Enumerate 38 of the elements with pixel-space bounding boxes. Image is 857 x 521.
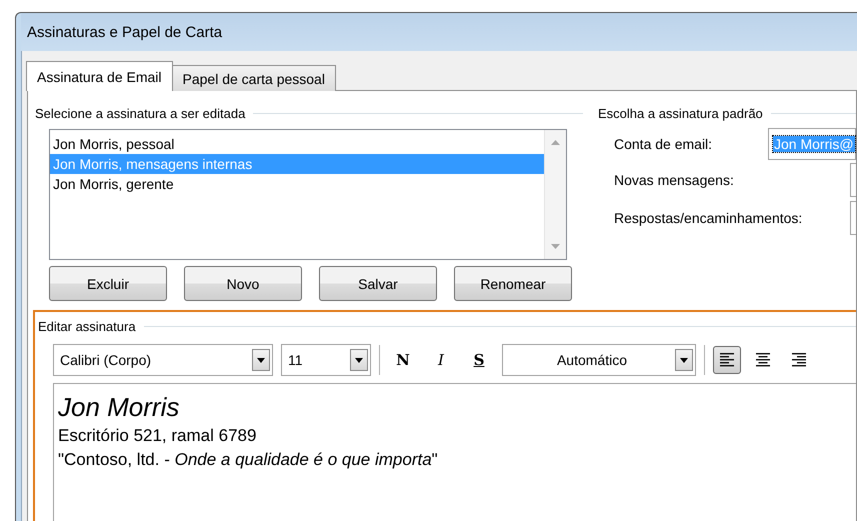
align-left-icon: [720, 353, 734, 367]
field-label: Respostas/encaminhamentos:: [614, 210, 802, 226]
tab[interactable]: Papel de carta pessoal: [172, 65, 336, 91]
italic-button[interactable]: I: [426, 346, 456, 374]
action-button[interactable]: Novo: [184, 266, 302, 301]
list-item[interactable]: Jon Morris, gerente: [50, 174, 544, 194]
font-dropdown[interactable]: Calibri (Corpo): [53, 344, 273, 376]
align-right-icon: [792, 353, 806, 367]
signature-dropdown[interactable]: [850, 163, 856, 197]
group-heading: Selecione a assinatura a ser editada: [35, 106, 246, 120]
window-title: Assinaturas e Papel de Carta: [27, 24, 222, 40]
group-heading: Editar assinatura: [38, 318, 136, 334]
signature-list[interactable]: Jon Morris, pessoal Jon Morris, mensagens internas Jon Morris, gerente: [49, 129, 567, 260]
dropdown-button[interactable]: [252, 349, 270, 371]
signature-editor[interactable]: Jon Morris Escritório 521, ramal 6789 "Contoso, ltd. - Onde a qualidade é o que importa": [53, 383, 856, 521]
action-button[interactable]: Excluir: [49, 266, 167, 301]
signature-line: "Contoso, ltd. - Onde a qualidade é o que importa": [58, 449, 439, 471]
caret-icon: [257, 358, 265, 362]
signature-dropdown[interactable]: [850, 201, 856, 235]
caret-icon: [680, 358, 688, 362]
signature-line: Jon Morris: [58, 391, 180, 424]
action-button[interactable]: Salvar: [319, 266, 437, 301]
list-item[interactable]: Jon Morris, pessoal: [50, 134, 544, 154]
underline-button[interactable]: S: [464, 346, 494, 374]
dropdown-button[interactable]: [675, 349, 693, 371]
dropdown-button[interactable]: [350, 349, 368, 371]
align-left-button[interactable]: [713, 346, 741, 374]
caret-icon: [355, 358, 363, 362]
align-center-icon: [756, 353, 770, 367]
action-button[interactable]: Renomear: [454, 266, 572, 301]
color-dropdown[interactable]: Automático: [502, 344, 696, 376]
bold-button[interactable]: N: [388, 346, 418, 374]
group-heading: Escolha a assinatura padrão: [598, 106, 763, 120]
tab[interactable]: Assinatura de Email: [26, 61, 173, 91]
size-dropdown[interactable]: 11: [281, 344, 371, 376]
field-label: Conta de email:: [614, 136, 714, 152]
field-label: Novas mensagens:: [614, 172, 735, 188]
signature-line: Escritório 521, ramal 6789: [58, 425, 258, 447]
